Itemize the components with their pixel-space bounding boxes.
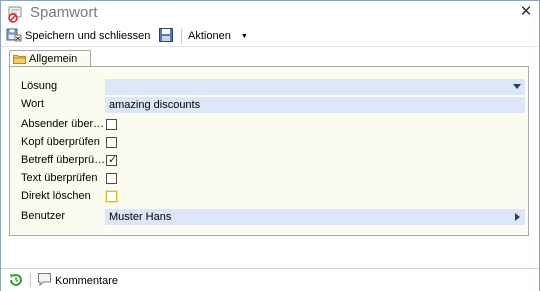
- toolbar-separator: [181, 29, 182, 44]
- spamwort-window: Spamwort ✕ Speichern und schliessen Akti…: [0, 0, 540, 291]
- row-kopf: Kopf überprüfen: [10, 134, 528, 152]
- kopf-checkbox[interactable]: [106, 137, 117, 148]
- wort-label: Wort: [21, 98, 45, 110]
- tab-allgemein[interactable]: Allgemein: [9, 50, 91, 67]
- save-icon: [158, 27, 174, 46]
- general-form-panel: Lösung Wort amazing discounts Absender ü…: [9, 66, 529, 236]
- tab-label: Allgemein: [29, 53, 78, 65]
- row-text: Text überprüfen: [10, 170, 528, 188]
- losung-label: Lösung: [21, 80, 58, 92]
- chevron-down-icon: ▼: [240, 32, 248, 40]
- text-checkbox[interactable]: [106, 173, 117, 184]
- betreff-checkbox[interactable]: ✓: [106, 154, 118, 166]
- dropdown-arrow-icon[interactable]: [513, 84, 521, 89]
- row-losung: Lösung: [10, 78, 528, 96]
- comments-button[interactable]: Kommentare: [37, 272, 118, 290]
- save-and-close-label: Speichern und schliessen: [25, 30, 151, 42]
- row-direkt-loeschen: Direkt löschen: [10, 188, 528, 206]
- direkt-loeschen-label: Direkt löschen: [21, 190, 91, 202]
- spam-filter-icon: [6, 5, 24, 23]
- direkt-loeschen-checkbox[interactable]: [106, 191, 117, 202]
- row-betreff: Betreff überprü… ✓: [10, 152, 528, 170]
- comments-label: Kommentare: [55, 275, 118, 287]
- window-title: Spamwort: [30, 4, 98, 21]
- actions-menu-button[interactable]: Aktionen ▼: [188, 27, 248, 45]
- absender-checkbox[interactable]: [106, 119, 117, 130]
- title-bar: Spamwort ✕: [1, 1, 539, 26]
- row-absender: Absender über…: [10, 116, 528, 134]
- folder-icon: [13, 54, 26, 64]
- tab-strip: Allgemein: [1, 47, 539, 67]
- save-close-icon: [6, 27, 22, 46]
- save-button[interactable]: [158, 27, 174, 45]
- checkmark-icon: ✓: [108, 154, 118, 166]
- betreff-label: Betreff überprü…: [21, 154, 106, 166]
- comment-icon: [37, 272, 52, 290]
- losung-dropdown[interactable]: [105, 79, 525, 95]
- status-bar: Kommentare: [1, 268, 539, 291]
- row-wort: Wort amazing discounts: [10, 96, 528, 114]
- status-separator: [30, 273, 31, 287]
- benutzer-value: Muster Hans: [109, 211, 172, 223]
- text-label: Text überprüfen: [21, 172, 98, 184]
- open-user-arrow-icon[interactable]: [515, 213, 520, 221]
- save-and-close-button[interactable]: Speichern und schliessen: [6, 27, 150, 45]
- actions-label: Aktionen: [188, 30, 231, 42]
- wort-value: amazing discounts: [109, 99, 201, 111]
- close-button[interactable]: ✕: [519, 4, 533, 19]
- toolbar: Speichern und schliessen Aktionen ▼: [1, 26, 539, 47]
- kopf-label: Kopf überprüfen: [21, 136, 100, 148]
- refresh-icon[interactable]: [8, 272, 24, 288]
- wort-input[interactable]: amazing discounts: [105, 97, 525, 113]
- row-benutzer: Benutzer Muster Hans: [10, 208, 528, 226]
- benutzer-field[interactable]: Muster Hans: [105, 209, 525, 225]
- benutzer-label: Benutzer: [21, 210, 66, 222]
- absender-label: Absender über…: [21, 118, 105, 130]
